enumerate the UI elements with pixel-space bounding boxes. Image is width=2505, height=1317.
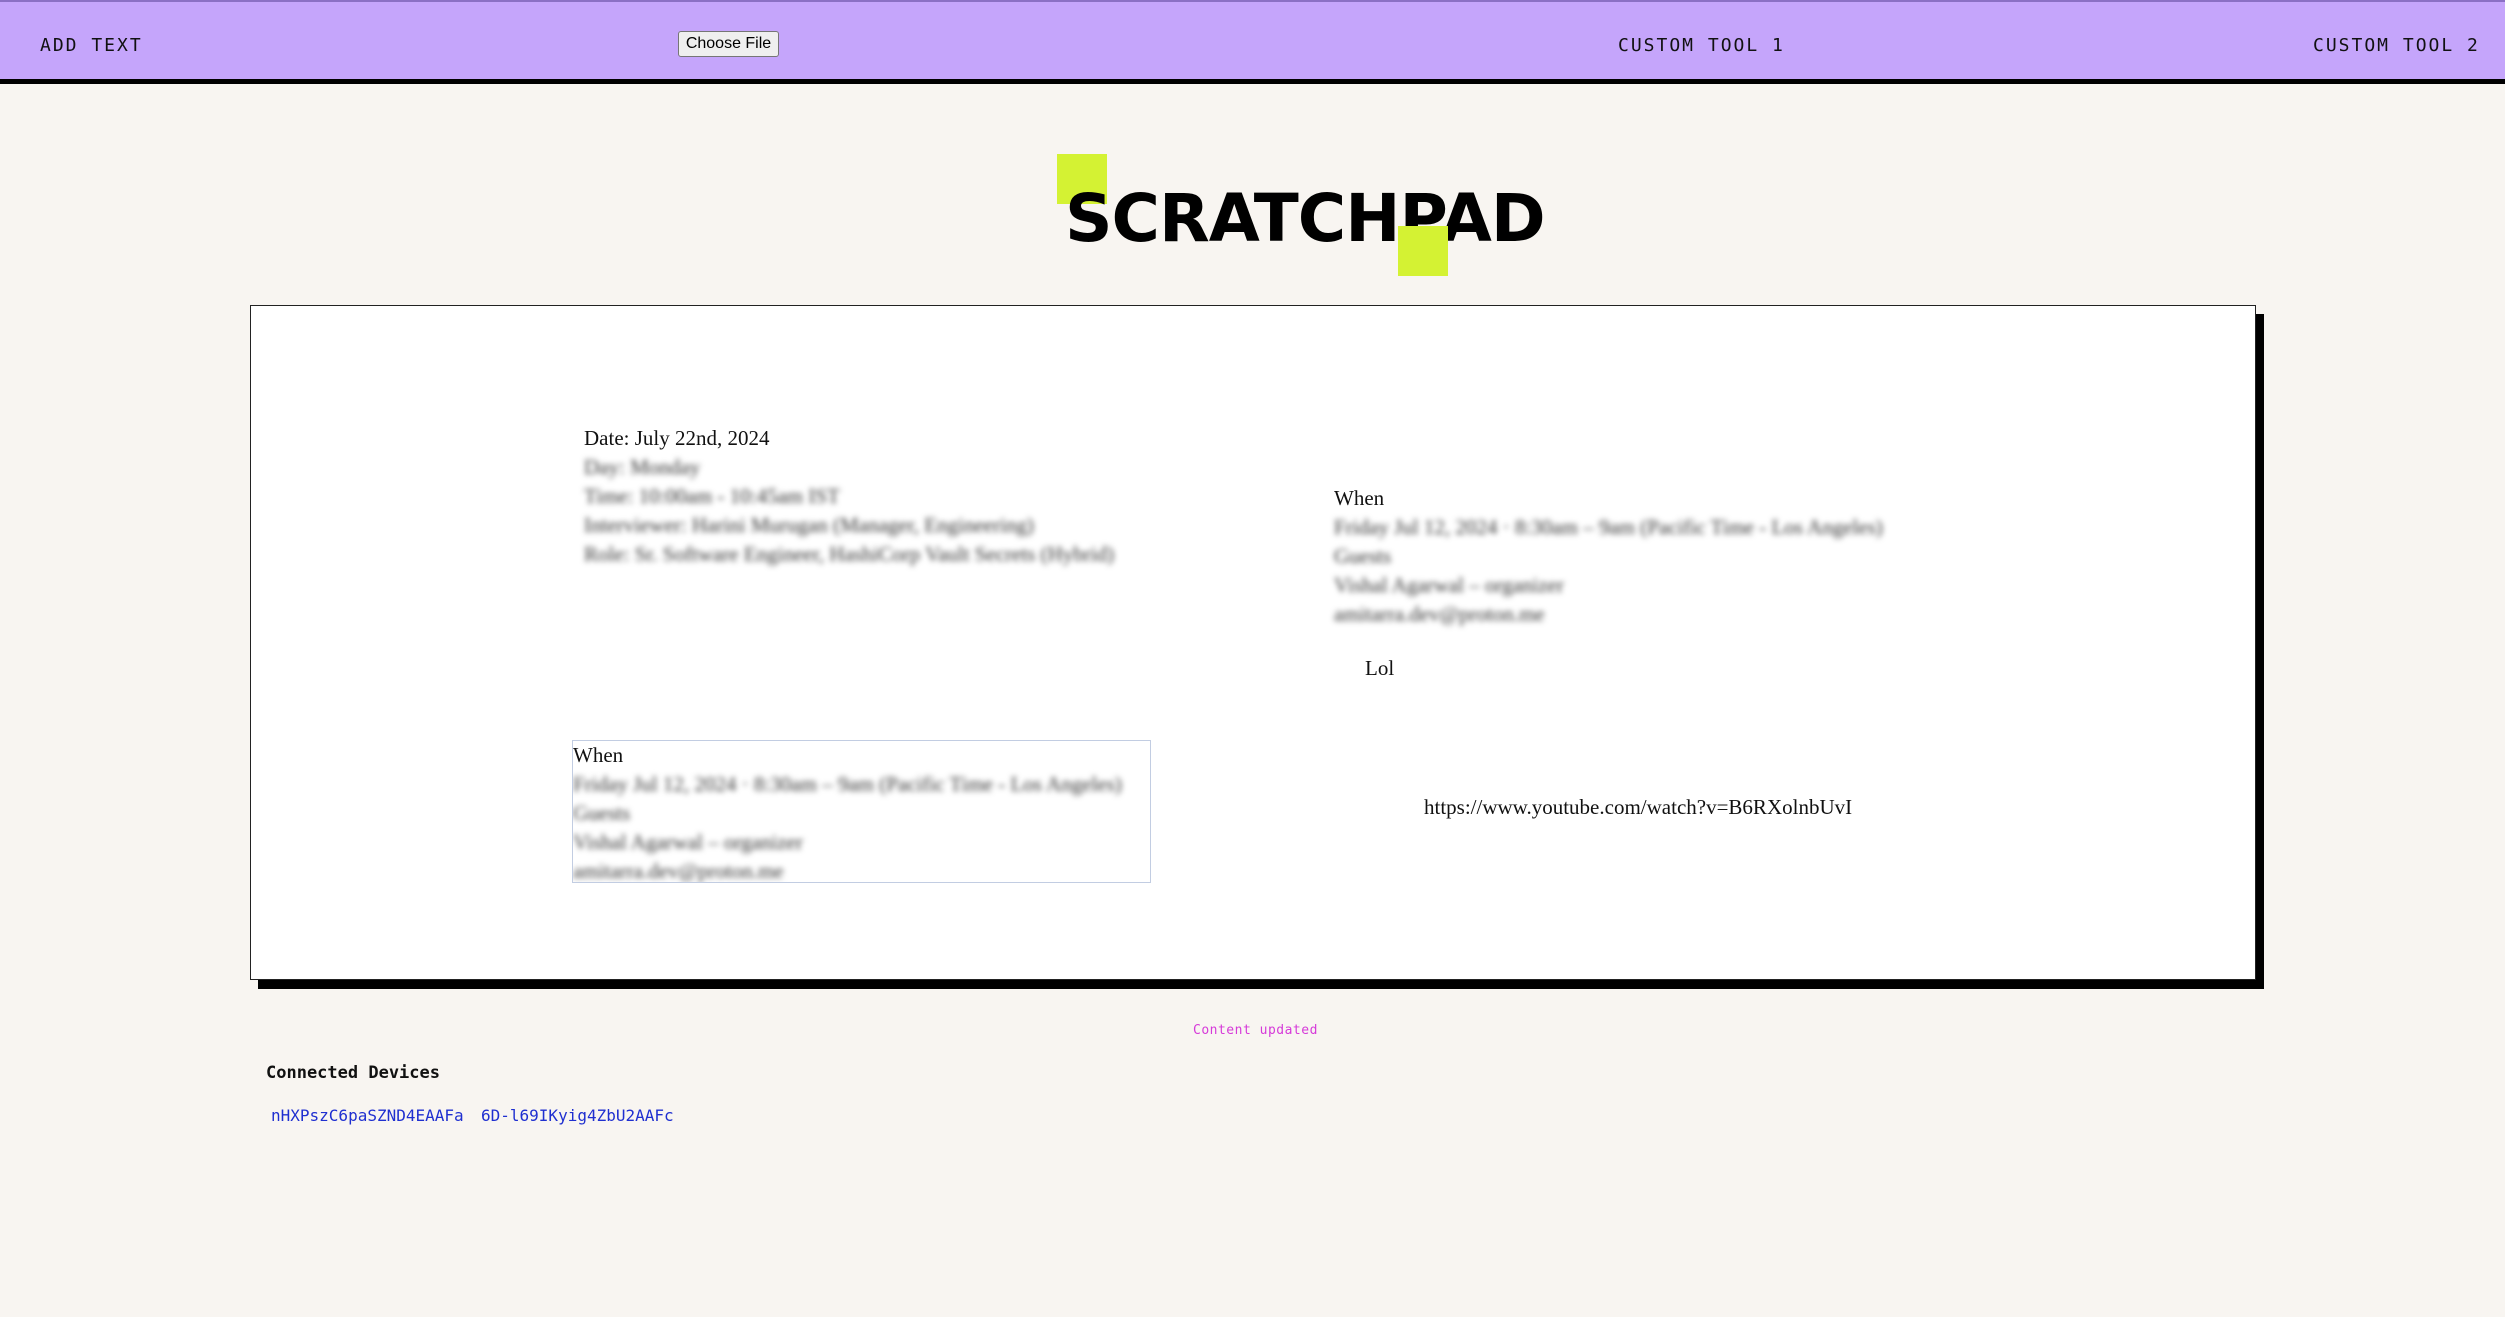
scratchpad-canvas[interactable]: Date: July 22nd, 2024 Day: Monday Time: …: [250, 305, 2256, 980]
when-organizer: Vishal Agarwal – organizer: [573, 830, 803, 854]
choose-file-button[interactable]: Choose File: [678, 31, 779, 57]
when-email: amitarra.dev@proton.me: [573, 859, 784, 883]
add-text-button[interactable]: ADD TEXT: [40, 35, 143, 56]
interview-role: Role: Sr. Software Engineer, HashiCorp V…: [584, 542, 1115, 566]
when-organizer: Vishal Agarwal – organizer: [1334, 573, 1564, 597]
when-guests-label: Guests: [1334, 544, 1392, 568]
interview-note[interactable]: Date: July 22nd, 2024 Day: Monday Time: …: [584, 424, 1114, 569]
device-link[interactable]: 6D-l69IKyig4ZbU2AAFc: [481, 1106, 674, 1125]
status-message: Content updated: [1193, 1023, 1318, 1038]
interview-interviewer: Interviewer: Harini Murugan (Manager, En…: [584, 513, 1034, 537]
when-note-left-selected[interactable]: When Friday Jul 12, 2024 · 8:30am – 9am …: [572, 740, 1151, 883]
page-title-block: SCRATCHPAD: [1057, 152, 1546, 277]
when-datetime: Friday Jul 12, 2024 · 8:30am – 9am (Paci…: [1334, 515, 1883, 539]
when-guests-label: Guests: [573, 801, 631, 825]
lol-note[interactable]: Lol: [1365, 654, 1394, 683]
custom-tool-2-button[interactable]: CUSTOM TOOL 2: [2313, 35, 2480, 56]
when-heading: When: [1334, 486, 1385, 510]
connected-devices-heading: Connected Devices: [266, 1063, 440, 1083]
interview-day: Day: Monday: [584, 455, 701, 479]
when-email: amitarra.dev@proton.me: [1334, 602, 1545, 626]
accent-square-decoration: [1398, 226, 1448, 276]
interview-date: Date: July 22nd, 2024: [584, 426, 770, 450]
device-link[interactable]: nHXPszC6paSZND4EAAFa: [271, 1106, 464, 1125]
youtube-url-note[interactable]: https://www.youtube.com/watch?v=B6RXolnb…: [1424, 793, 1852, 822]
when-datetime: Friday Jul 12, 2024 · 8:30am – 9am (Paci…: [573, 772, 1122, 796]
custom-tool-1-button[interactable]: CUSTOM TOOL 1: [1618, 35, 1785, 56]
when-note-right[interactable]: When Friday Jul 12, 2024 · 8:30am – 9am …: [1334, 484, 1883, 629]
toolbar: ADD TEXT Choose File CUSTOM TOOL 1 CUSTO…: [0, 0, 2505, 84]
interview-time: Time: 10:00am - 10:45am IST: [584, 484, 840, 508]
when-heading: When: [573, 743, 624, 767]
page-title: SCRATCHPAD: [1065, 180, 1546, 257]
